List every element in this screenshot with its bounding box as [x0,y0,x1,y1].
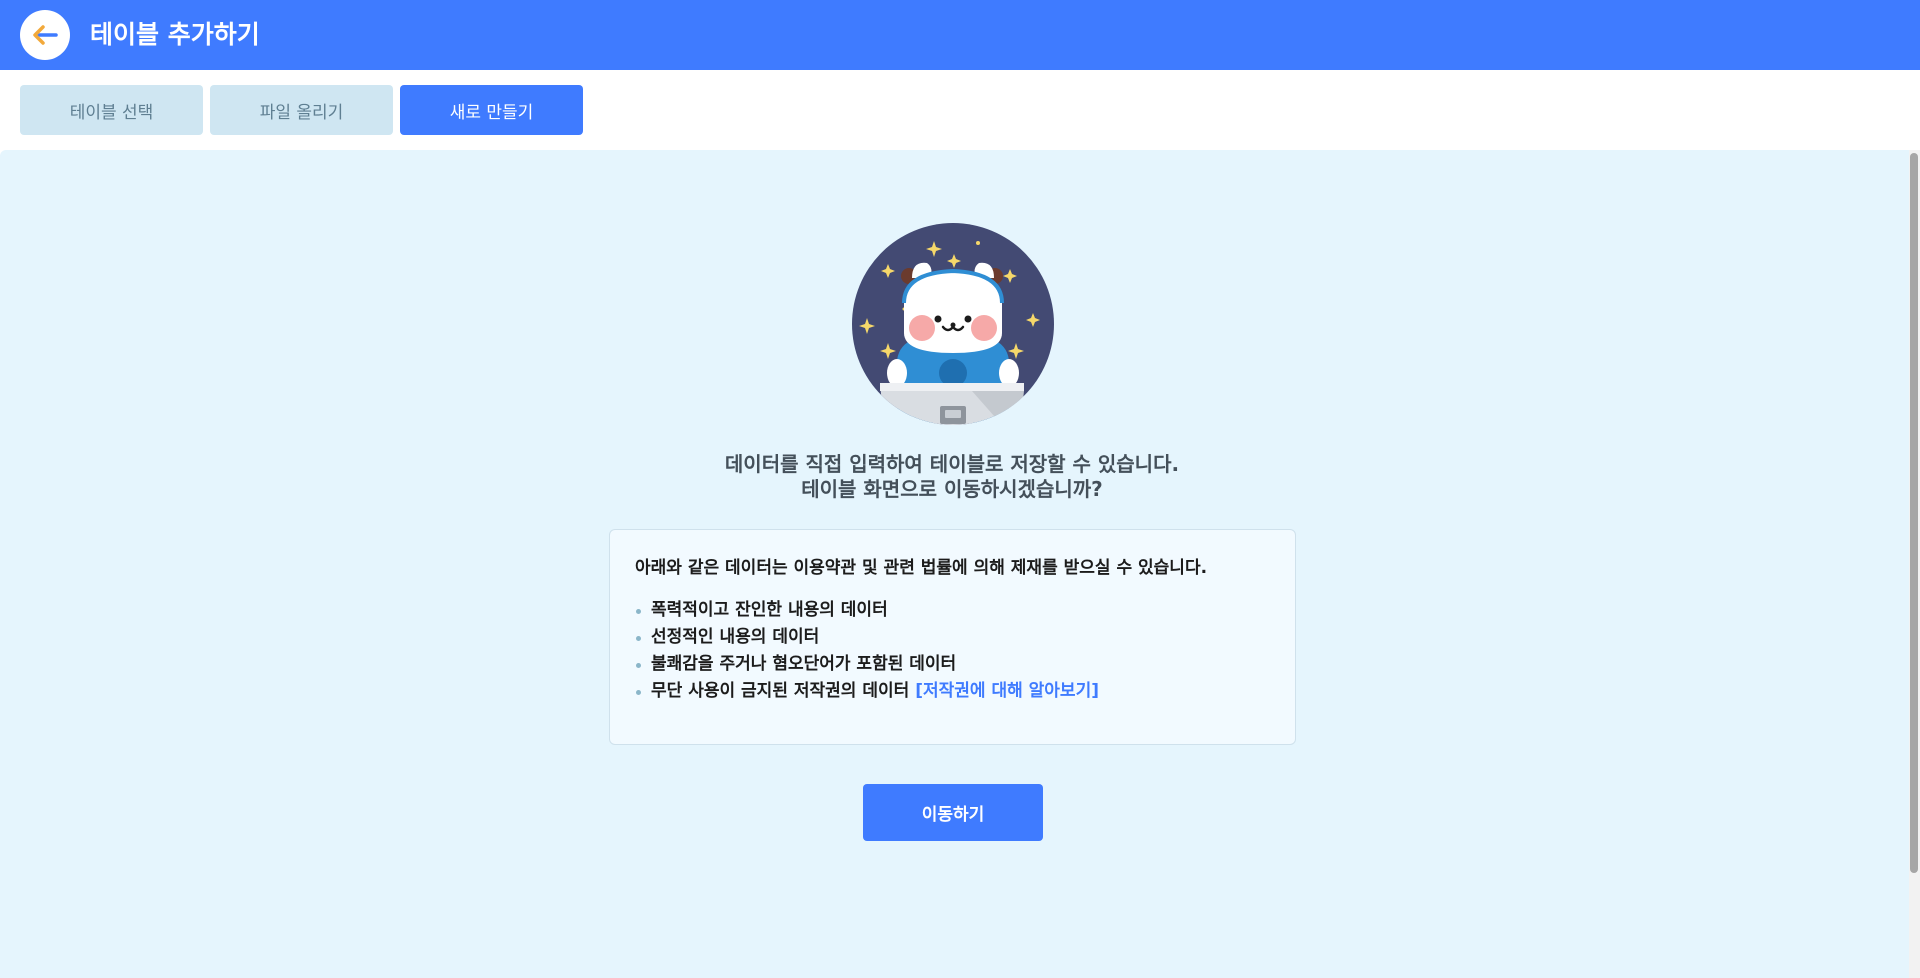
notice-list: 폭력적이고 잔인한 내용의 데이터 선정적인 내용의 데이터 불쾌감을 주거나 … [635,597,1271,705]
bullet-icon [636,690,641,695]
list-item: 무단 사용이 금지된 저작권의 데이터 [저작권에 대해 알아보기] [635,678,1271,705]
notice-box: 아래와 같은 데이터는 이용약관 및 관련 법률에 의해 제재를 받으실 수 있… [609,529,1296,745]
list-item-text: 선정적인 내용의 데이터 [651,627,820,647]
scrollbar-thumb[interactable] [1910,153,1918,873]
page-title: 테이블 추가하기 [90,20,260,49]
tab-bar: 테이블 선택 파일 올리기 새로 만들기 [20,85,590,135]
guide-message-line1: 데이터를 직접 입력하여 테이블로 저장할 수 있습니다. [724,452,1180,476]
mascot-illustration [852,223,1054,425]
bullet-icon [636,609,641,614]
bullet-icon [636,636,641,641]
list-item: 선정적인 내용의 데이터 [635,624,1271,651]
bullet-icon [636,663,641,668]
list-item: 불쾌감을 주거나 혐오단어가 포함된 데이터 [635,651,1271,678]
list-item: 폭력적이고 잔인한 내용의 데이터 [635,597,1271,624]
move-button[interactable]: 이동하기 [863,784,1043,841]
guide-message: 데이터를 직접 입력하여 테이블로 저장할 수 있습니다. 테이블 화면으로 이… [560,452,1344,502]
list-item-text: 무단 사용이 금지된 저작권의 데이터 [651,681,910,701]
tab-select-table[interactable]: 테이블 선택 [20,85,203,135]
tab-upload-file[interactable]: 파일 올리기 [210,85,393,135]
list-item-text: 폭력적이고 잔인한 내용의 데이터 [651,600,888,620]
back-button[interactable] [20,10,70,60]
tab-create-new[interactable]: 새로 만들기 [400,85,583,135]
guide-message-line2: 테이블 화면으로 이동하시겠습니까? [801,477,1103,501]
arrow-left-icon [33,25,58,45]
list-item-text: 불쾌감을 주거나 혐오단어가 포함된 데이터 [651,654,957,674]
copyright-info-link[interactable]: [저작권에 대해 알아보기] [915,681,1099,701]
notice-title: 아래와 같은 데이터는 이용약관 및 관련 법률에 의해 제재를 받으실 수 있… [635,558,1208,578]
header-bar: 테이블 추가하기 [0,0,1920,70]
